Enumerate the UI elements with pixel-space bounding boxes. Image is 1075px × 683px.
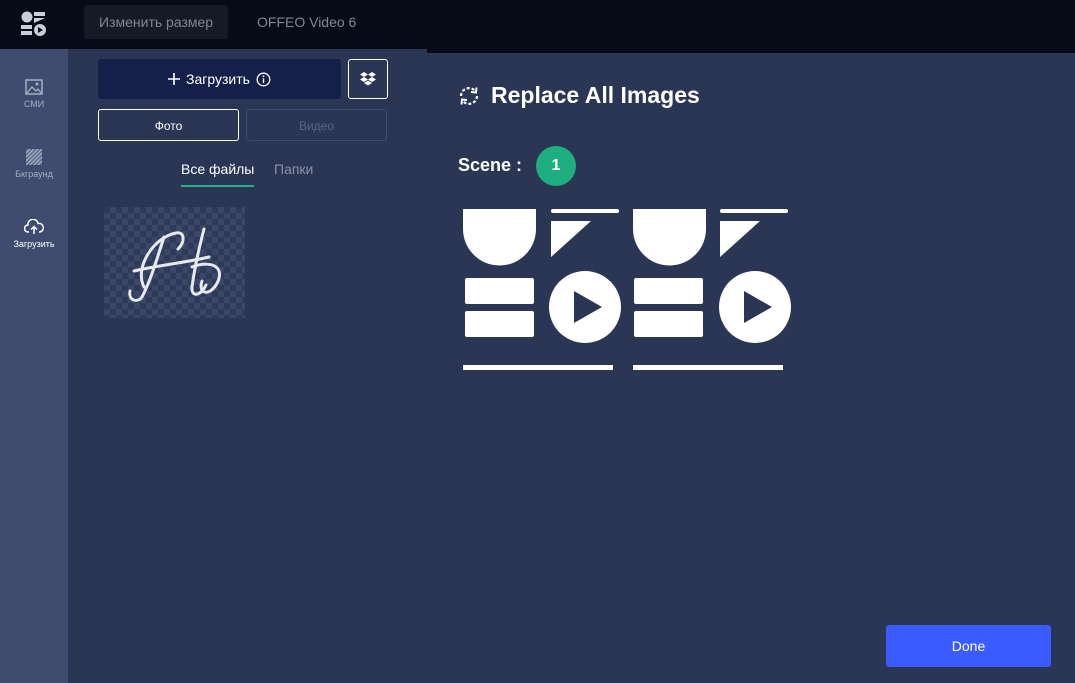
dropbox-button[interactable]	[348, 59, 388, 99]
scene-label: Scene :	[458, 155, 523, 175]
upload-button-label: Загрузить	[186, 71, 250, 87]
info-icon[interactable]	[256, 72, 271, 87]
plus-icon	[168, 73, 181, 85]
replace-title: Replace All Images	[457, 82, 700, 109]
left-rail: СМИ Бкграунд Загрузить	[0, 49, 68, 683]
rail-item-upload[interactable]: Загрузить	[0, 219, 68, 249]
script-monogram-image	[128, 227, 222, 302]
scene-number-badge[interactable]: 1	[536, 146, 576, 186]
rail-item-label: Загрузить	[13, 239, 55, 249]
tab-video[interactable]: Видео	[246, 109, 387, 141]
resize-tab[interactable]: Изменить размер	[84, 5, 229, 39]
upload-panel: Загрузить Фото Видео Все файлы Папки	[68, 49, 427, 683]
offeo-logo-pattern-image	[463, 209, 791, 370]
rail-item-label: Бкграунд	[15, 169, 53, 179]
upload-button[interactable]: Загрузить	[98, 59, 341, 99]
replace-title-text: Replace All Images	[491, 82, 700, 108]
done-button[interactable]: Done	[886, 625, 1051, 667]
tab-all-files[interactable]: Все файлы	[181, 161, 255, 187]
replace-images-area: Replace All Images Scene : 1 Done	[427, 49, 1075, 683]
main-top-divider	[427, 49, 1075, 53]
top-bar: Изменить размер OFFEO Video 6	[0, 0, 1075, 49]
image-icon	[25, 79, 43, 95]
scene-thumbnail[interactable]	[458, 209, 798, 370]
uploaded-image-thumbnail[interactable]	[104, 207, 245, 318]
dropbox-icon	[360, 71, 376, 85]
tab-photo[interactable]: Фото	[98, 109, 239, 141]
rail-item-media[interactable]: СМИ	[0, 79, 68, 109]
project-name-tab[interactable]: OFFEO Video 6	[242, 5, 371, 39]
cloud-upload-icon	[24, 219, 44, 234]
rail-item-label: СМИ	[23, 99, 45, 109]
pattern-icon	[26, 149, 42, 165]
rail-item-background[interactable]: Бкграунд	[0, 149, 68, 179]
tab-folders[interactable]: Папки	[274, 161, 313, 185]
refresh-icon	[459, 86, 479, 105]
offeo-logo-icon[interactable]	[20, 10, 48, 38]
